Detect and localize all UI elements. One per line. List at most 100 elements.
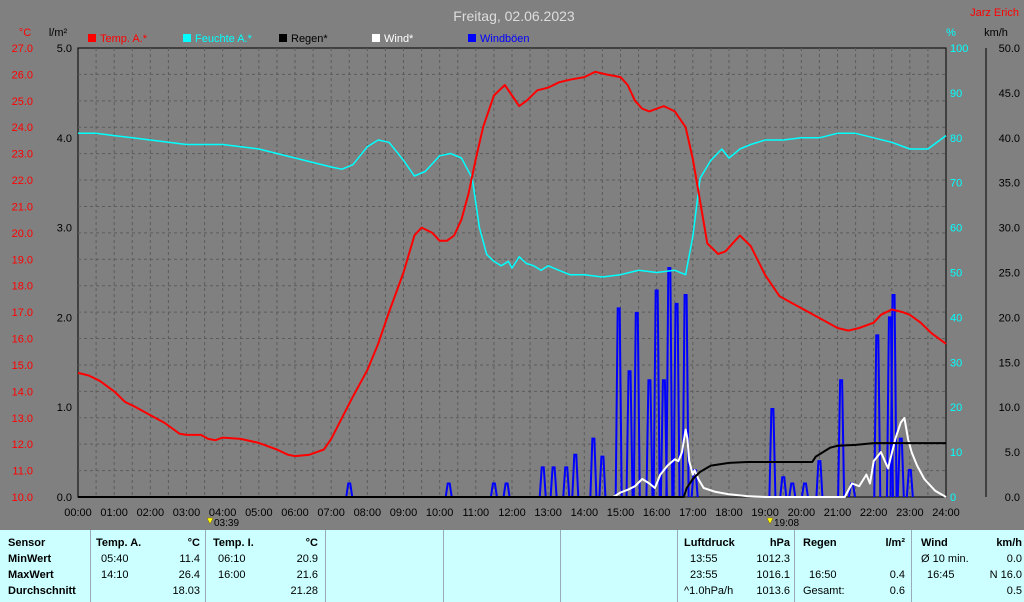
x-tick-label: 13:00 xyxy=(534,507,562,519)
pressure-min-value: 1012.3 xyxy=(756,553,790,565)
x-tick-label: 05:00 xyxy=(245,507,273,519)
legend-swatch xyxy=(279,34,287,42)
rain-max-time: 16:50 xyxy=(809,569,837,581)
sensor-label: Sensor xyxy=(8,537,46,549)
temp-a-max-value: 26.4 xyxy=(178,569,200,581)
temp-i-max-value: 21.6 xyxy=(296,569,318,581)
summary-empty-column-1 xyxy=(325,530,443,602)
x-tick-label: 22:00 xyxy=(860,507,888,519)
minwert-label: MinWert xyxy=(8,553,52,565)
sunrise-marker-time: 03:39 xyxy=(214,518,239,529)
wind-tick-label: 40.0 xyxy=(999,133,1020,145)
maxwert-label: MaxWert xyxy=(8,569,54,581)
wind-max-time: 16:45 xyxy=(927,569,955,581)
temp-tick-label: 10.0 xyxy=(12,492,33,504)
rain-max-value: 0.4 xyxy=(889,569,905,581)
pressure-max-time: 23:55 xyxy=(690,569,718,581)
rain-axis-unit: l/m² xyxy=(49,27,68,39)
x-tick-label: 18:00 xyxy=(715,507,743,519)
wind-tick-label: 0.0 xyxy=(1005,492,1020,504)
humidity-tick-label: 70 xyxy=(950,178,962,190)
x-tick-label: 12:00 xyxy=(498,507,526,519)
temp-tick-label: 18.0 xyxy=(12,281,33,293)
wind-title: Wind xyxy=(921,537,948,549)
x-tick-label: 14:00 xyxy=(571,507,599,519)
wind-min-label: Ø 10 min. xyxy=(921,553,969,565)
pressure-max-value: 1016.1 xyxy=(756,569,790,581)
humidity-tick-label: 60 xyxy=(950,223,962,235)
x-tick-label: 09:00 xyxy=(390,507,418,519)
pressure-trend-value: 1013.6 xyxy=(756,585,790,597)
x-tick-label: 03:00 xyxy=(173,507,201,519)
rain-total-value: 0.6 xyxy=(889,585,905,597)
temp-tick-label: 21.0 xyxy=(12,201,33,213)
summary-temp-a-column: Temp. A. °C 05:40 11.4 14:10 26.4 18.03 xyxy=(90,530,205,602)
temp-tick-label: 15.0 xyxy=(12,360,33,372)
x-tick-label: 23:00 xyxy=(896,507,924,519)
humidity-tick-label: 20 xyxy=(950,402,962,414)
temp-tick-label: 22.0 xyxy=(12,175,33,187)
legend-swatch xyxy=(88,34,96,42)
rain-tick-label: 2.0 xyxy=(57,312,72,324)
temp-a-title: Temp. A. xyxy=(96,537,142,549)
summary-labels-column: Sensor MinWert MaxWert Durchschnitt xyxy=(0,530,90,602)
temp-tick-label: 25.0 xyxy=(12,96,33,108)
wind-unit: km/h xyxy=(996,537,1022,549)
legend-label: Wind* xyxy=(384,33,414,45)
humidity-axis-unit: % xyxy=(946,27,956,39)
humidity-tick-label: 40 xyxy=(950,312,962,324)
x-tick-label: 10:00 xyxy=(426,507,454,519)
legend-label: Windböen xyxy=(480,33,530,45)
temp-i-unit: °C xyxy=(305,537,318,549)
temp-i-min-time: 06:10 xyxy=(218,553,246,565)
legend-swatch xyxy=(468,34,476,42)
wind-tick-label: 15.0 xyxy=(999,357,1020,369)
humidity-tick-label: 100 xyxy=(950,43,968,55)
humidity-tick-label: 30 xyxy=(950,357,962,369)
legend-label: Regen* xyxy=(291,33,328,45)
temp-tick-label: 11.0 xyxy=(12,466,33,478)
rain-tick-label: 5.0 xyxy=(57,43,72,55)
temp-tick-label: 17.0 xyxy=(12,307,33,319)
temp-a-max-time: 14:10 xyxy=(101,569,129,581)
wind-tick-label: 45.0 xyxy=(999,88,1020,100)
wind-max-value: N 16.0 xyxy=(989,569,1022,581)
x-tick-label: 24:00 xyxy=(932,507,960,519)
wind-min-value: 0.0 xyxy=(1006,553,1022,565)
wind-tick-label: 30.0 xyxy=(999,223,1020,235)
temp-i-max-time: 16:00 xyxy=(218,569,246,581)
rain-tick-label: 4.0 xyxy=(57,133,72,145)
humidity-tick-label: 50 xyxy=(950,268,962,280)
summary-empty-column-3 xyxy=(560,530,677,602)
x-tick-label: 00:00 xyxy=(64,507,92,519)
x-tick-label: 11:00 xyxy=(462,507,489,519)
wind-axis-unit: km/h xyxy=(984,27,1008,39)
temp-i-title: Temp. I. xyxy=(213,537,254,549)
temp-tick-label: 23.0 xyxy=(12,149,33,161)
rain-total-label: Gesamt: xyxy=(803,585,845,597)
sunset-marker-time: 19:08 xyxy=(774,518,799,529)
rain-tick-label: 3.0 xyxy=(57,223,72,235)
author-credit: Jarz Erich xyxy=(970,7,1019,19)
summary-temp-i-column: Temp. I. °C 06:10 20.9 16:00 21.6 21.28 xyxy=(205,530,325,602)
summary-empty-column-2 xyxy=(443,530,560,602)
rain-tick-label: 0.0 xyxy=(57,492,72,504)
rain-tick-label: 1.0 xyxy=(57,402,72,414)
x-tick-label: 08:00 xyxy=(354,507,382,519)
summary-table: Sensor MinWert MaxWert Durchschnitt Temp… xyxy=(0,530,1024,602)
temp-tick-label: 14.0 xyxy=(12,386,33,398)
pressure-min-time: 13:55 xyxy=(690,553,718,565)
humidity-tick-label: 0 xyxy=(950,492,956,504)
temp-tick-label: 12.0 xyxy=(12,439,33,451)
wind-average: 0.5 xyxy=(1006,585,1022,597)
x-tick-label: 02:00 xyxy=(137,507,165,519)
x-tick-label: 15:00 xyxy=(607,507,635,519)
wind-tick-label: 35.0 xyxy=(999,178,1020,190)
temp-a-average: 18.03 xyxy=(172,585,200,597)
rain-unit: l/m² xyxy=(885,537,905,549)
temp-tick-label: 26.0 xyxy=(12,69,33,81)
pressure-unit: hPa xyxy=(769,537,790,549)
summary-wind-column: Wind km/h Ø 10 min. 0.0 16:45 N 16.0 0.5 xyxy=(911,530,1024,602)
temp-tick-label: 13.0 xyxy=(12,413,33,425)
durchschnitt-label: Durchschnitt xyxy=(8,585,76,597)
